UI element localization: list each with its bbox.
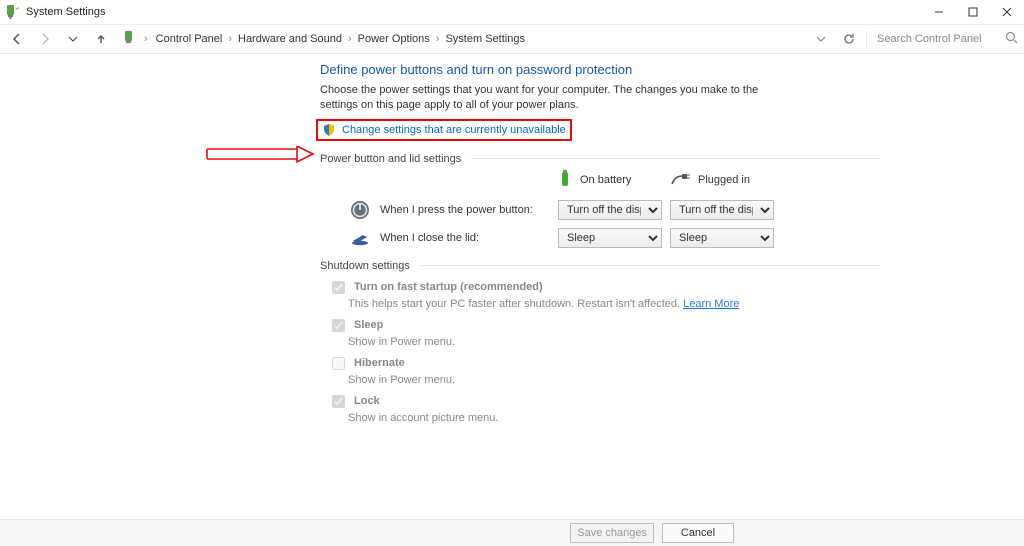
column-plugged-in: Plugged in (670, 172, 774, 189)
section-shutdown-label: Shutdown settings (320, 260, 410, 272)
up-button[interactable] (90, 28, 112, 50)
search-box[interactable] (866, 31, 1018, 47)
hibernate-checkbox (332, 357, 345, 370)
lid-plugged-select[interactable]: Sleep (670, 228, 774, 248)
lock-label: Lock (354, 395, 380, 407)
power-options-icon (4, 4, 20, 20)
row-power-button-label: When I press the power button: (380, 204, 533, 216)
fast-startup-sub: This helps start your PC faster after sh… (348, 298, 683, 310)
lock-checkbox (332, 395, 345, 408)
opt-sleep: Sleep Show in Power menu. (328, 316, 880, 348)
annotation-arrow (205, 146, 315, 164)
chevron-right-icon: › (348, 33, 352, 45)
chevron-right-icon: › (144, 33, 148, 45)
section-shutdown: Shutdown settings (320, 260, 880, 272)
sleep-sub: Show in Power menu. (348, 336, 880, 348)
crumb-power-options[interactable]: Power Options (356, 31, 432, 47)
power-button-battery-select[interactable]: Turn off the display (558, 200, 662, 220)
titlebar: System Settings (0, 0, 1024, 25)
forward-button[interactable] (34, 28, 56, 50)
chevron-right-icon: › (228, 33, 232, 45)
save-changes-button: Save changes (570, 523, 654, 543)
back-button[interactable] (6, 28, 28, 50)
maximize-button[interactable] (956, 0, 990, 24)
fast-startup-label: Turn on fast startup (recommended) (354, 281, 543, 293)
battery-icon (558, 169, 572, 192)
search-input[interactable] (875, 32, 999, 46)
refresh-button[interactable] (838, 28, 860, 50)
power-lid-grid: On battery Plugged in When I press the p… (350, 169, 880, 248)
change-settings-link[interactable]: Change settings that are currently unava… (342, 124, 566, 136)
page-description: Choose the power settings that you want … (320, 83, 780, 113)
lid-battery-select[interactable]: Sleep (558, 228, 662, 248)
power-button-plugged-select[interactable]: Turn off the display (670, 200, 774, 220)
content-area: Define power buttons and turn on passwor… (0, 52, 1024, 520)
recent-locations-button[interactable] (62, 28, 84, 50)
column-on-battery-label: On battery (580, 174, 631, 186)
row-close-lid: When I close the lid: (350, 228, 550, 248)
window-title: System Settings (26, 6, 105, 18)
laptop-lid-icon (350, 228, 370, 248)
power-button-icon (350, 200, 370, 220)
opt-hibernate: Hibernate Show in Power menu. (328, 354, 880, 386)
row-close-lid-label: When I close the lid: (380, 232, 479, 244)
learn-more-link[interactable]: Learn More (683, 298, 739, 310)
fast-startup-checkbox (332, 281, 345, 294)
section-power-lid-label: Power button and lid settings (320, 153, 461, 165)
column-plugged-in-label: Plugged in (698, 174, 750, 186)
hibernate-sub: Show in Power menu. (348, 374, 880, 386)
hibernate-label: Hibernate (354, 357, 405, 369)
column-on-battery: On battery (558, 169, 662, 192)
cancel-button[interactable]: Cancel (662, 523, 734, 543)
opt-fast-startup: Turn on fast startup (recommended) This … (328, 278, 880, 310)
opt-lock: Lock Show in account picture menu. (328, 392, 880, 424)
row-power-button: When I press the power button: (350, 200, 550, 220)
change-settings-link-container: Change settings that are currently unava… (316, 119, 572, 141)
sleep-checkbox (332, 319, 345, 332)
page-heading: Define power buttons and turn on passwor… (320, 62, 880, 77)
sleep-label: Sleep (354, 319, 383, 331)
section-power-lid: Power button and lid settings (320, 153, 880, 165)
crumb-system-settings[interactable]: System Settings (443, 31, 526, 47)
footer: Save changes Cancel (0, 519, 1024, 546)
uac-shield-icon (322, 123, 336, 137)
close-button[interactable] (990, 0, 1024, 24)
search-icon[interactable] (1005, 31, 1018, 47)
crumb-control-panel[interactable]: Control Panel (154, 31, 225, 47)
chevron-right-icon: › (436, 33, 440, 45)
plug-icon (670, 172, 690, 189)
address-history-button[interactable] (810, 28, 832, 50)
breadcrumb: Control Panel › Hardware and Sound › Pow… (154, 31, 527, 47)
crumb-hardware-sound[interactable]: Hardware and Sound (236, 31, 344, 47)
breadcrumb-root-icon (122, 30, 138, 49)
navbar: › Control Panel › Hardware and Sound › P… (0, 25, 1024, 54)
minimize-button[interactable] (922, 0, 956, 24)
lock-sub: Show in account picture menu. (348, 412, 880, 424)
shutdown-options: Turn on fast startup (recommended) This … (328, 278, 880, 424)
